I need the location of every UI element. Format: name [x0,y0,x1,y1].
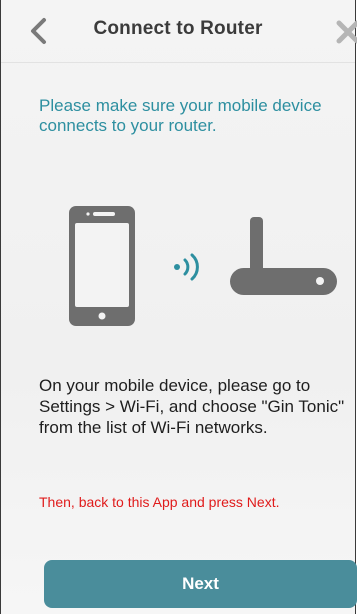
instructions-text: On your mobile device, please go to Sett… [39,376,345,437]
intro-text: Please make sure your mobile device conn… [39,96,322,135]
close-icon [336,20,357,44]
close-button[interactable] [333,14,357,48]
page-title: Connect to Router [93,18,263,39]
smartphone-icon [69,206,135,326]
router-icon [230,217,337,295]
next-button[interactable]: Next [44,560,357,608]
illustration [1,200,357,330]
warning-text: Then, back to this App and press Next. [39,494,280,510]
header-bar: Connect to Router [1,0,357,63]
app-screen: Connect to Router Please make sure your … [0,0,357,614]
wifi-signal-icon [174,253,199,281]
